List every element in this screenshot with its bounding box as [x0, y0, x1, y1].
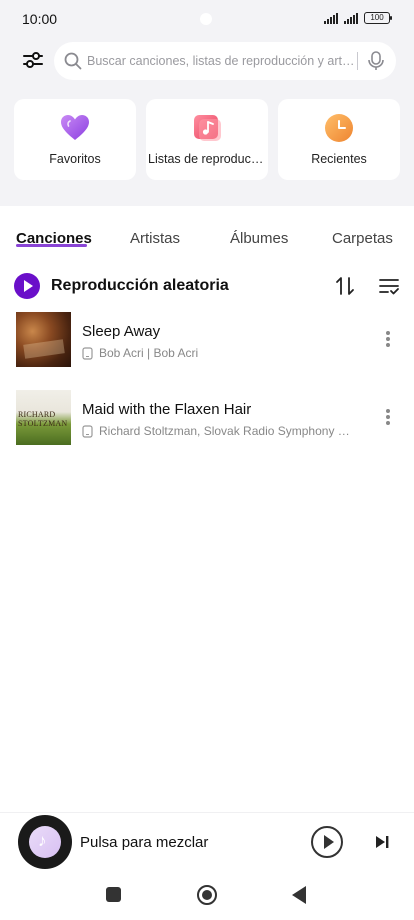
- song-artist: Richard Stoltzman, Slovak Radio Symphony…: [99, 424, 357, 438]
- phone-storage-icon: [82, 424, 93, 438]
- tab-folders[interactable]: Carpetas: [332, 230, 393, 247]
- music-note-icon: [29, 826, 61, 858]
- camera-cutout: [200, 13, 212, 25]
- active-tab-indicator: [16, 244, 87, 247]
- more-options-icon[interactable]: [384, 331, 392, 351]
- mini-player-label: Pulsa para mezclar: [80, 834, 209, 851]
- favorites-label: Favoritos: [49, 152, 101, 166]
- search-divider: [357, 52, 358, 70]
- favorites-card[interactable]: Favoritos: [14, 99, 136, 180]
- recent-apps-button[interactable]: [106, 887, 121, 902]
- phone-storage-icon: [82, 346, 93, 360]
- play-button[interactable]: [311, 826, 343, 858]
- status-icons: 100: [324, 12, 392, 24]
- clock-icon: [325, 114, 353, 142]
- multi-select-icon[interactable]: [378, 275, 400, 297]
- song-artist: Bob Acri | Bob Acri: [99, 346, 199, 360]
- sort-icon[interactable]: [334, 275, 356, 297]
- microphone-icon[interactable]: [366, 50, 386, 72]
- mini-player[interactable]: Pulsa para mezclar: [0, 812, 414, 874]
- signal-icon: [324, 12, 338, 24]
- search-placeholder: Buscar canciones, listas de reproducción…: [87, 54, 357, 68]
- search-icon: [64, 52, 82, 70]
- album-art: RICHARD STOLTZMAN: [16, 390, 71, 445]
- back-button[interactable]: [292, 886, 306, 904]
- shuffle-label[interactable]: Reproducción aleatoria: [51, 277, 229, 295]
- signal-icon-2: [344, 12, 358, 24]
- sliders-icon: [23, 52, 43, 68]
- search-input[interactable]: Buscar canciones, listas de reproducción…: [54, 42, 396, 80]
- song-subtitle: Bob Acri | Bob Acri: [82, 346, 357, 360]
- more-options-icon[interactable]: [384, 409, 392, 429]
- recents-card[interactable]: Recientes: [278, 99, 400, 180]
- playlist-icon: [194, 115, 221, 141]
- system-nav-bar: [0, 874, 414, 920]
- song-title: Maid with the Flaxen Hair: [82, 401, 252, 418]
- category-tabs: Canciones Artistas Álbumes Carpetas: [0, 222, 414, 258]
- song-subtitle: Richard Stoltzman, Slovak Radio Symphony…: [82, 424, 357, 438]
- status-bar: 10:00 100: [0, 0, 414, 38]
- album-art-text: RICHARD STOLTZMAN: [18, 410, 68, 428]
- song-row[interactable]: RICHARD STOLTZMAN Maid with the Flaxen H…: [0, 390, 414, 448]
- status-time: 10:00: [22, 11, 58, 27]
- song-row[interactable]: Sleep Away Bob Acri | Bob Acri: [0, 312, 414, 370]
- home-button[interactable]: [197, 885, 217, 905]
- playlists-label: Listas de reproducción: [148, 152, 268, 166]
- filter-settings-button[interactable]: [20, 47, 46, 73]
- shuffle-play-button[interactable]: [14, 273, 40, 299]
- tab-artists[interactable]: Artistas: [130, 230, 180, 247]
- recents-label: Recientes: [311, 152, 367, 166]
- tab-albums[interactable]: Álbumes: [230, 230, 288, 247]
- heart-icon: [61, 115, 89, 140]
- mini-player-disc: [18, 815, 72, 869]
- album-art: [16, 312, 71, 367]
- next-track-icon[interactable]: [374, 834, 390, 850]
- battery-icon: 100: [364, 12, 392, 24]
- song-title: Sleep Away: [82, 323, 161, 340]
- playlists-card[interactable]: Listas de reproducción: [146, 99, 268, 180]
